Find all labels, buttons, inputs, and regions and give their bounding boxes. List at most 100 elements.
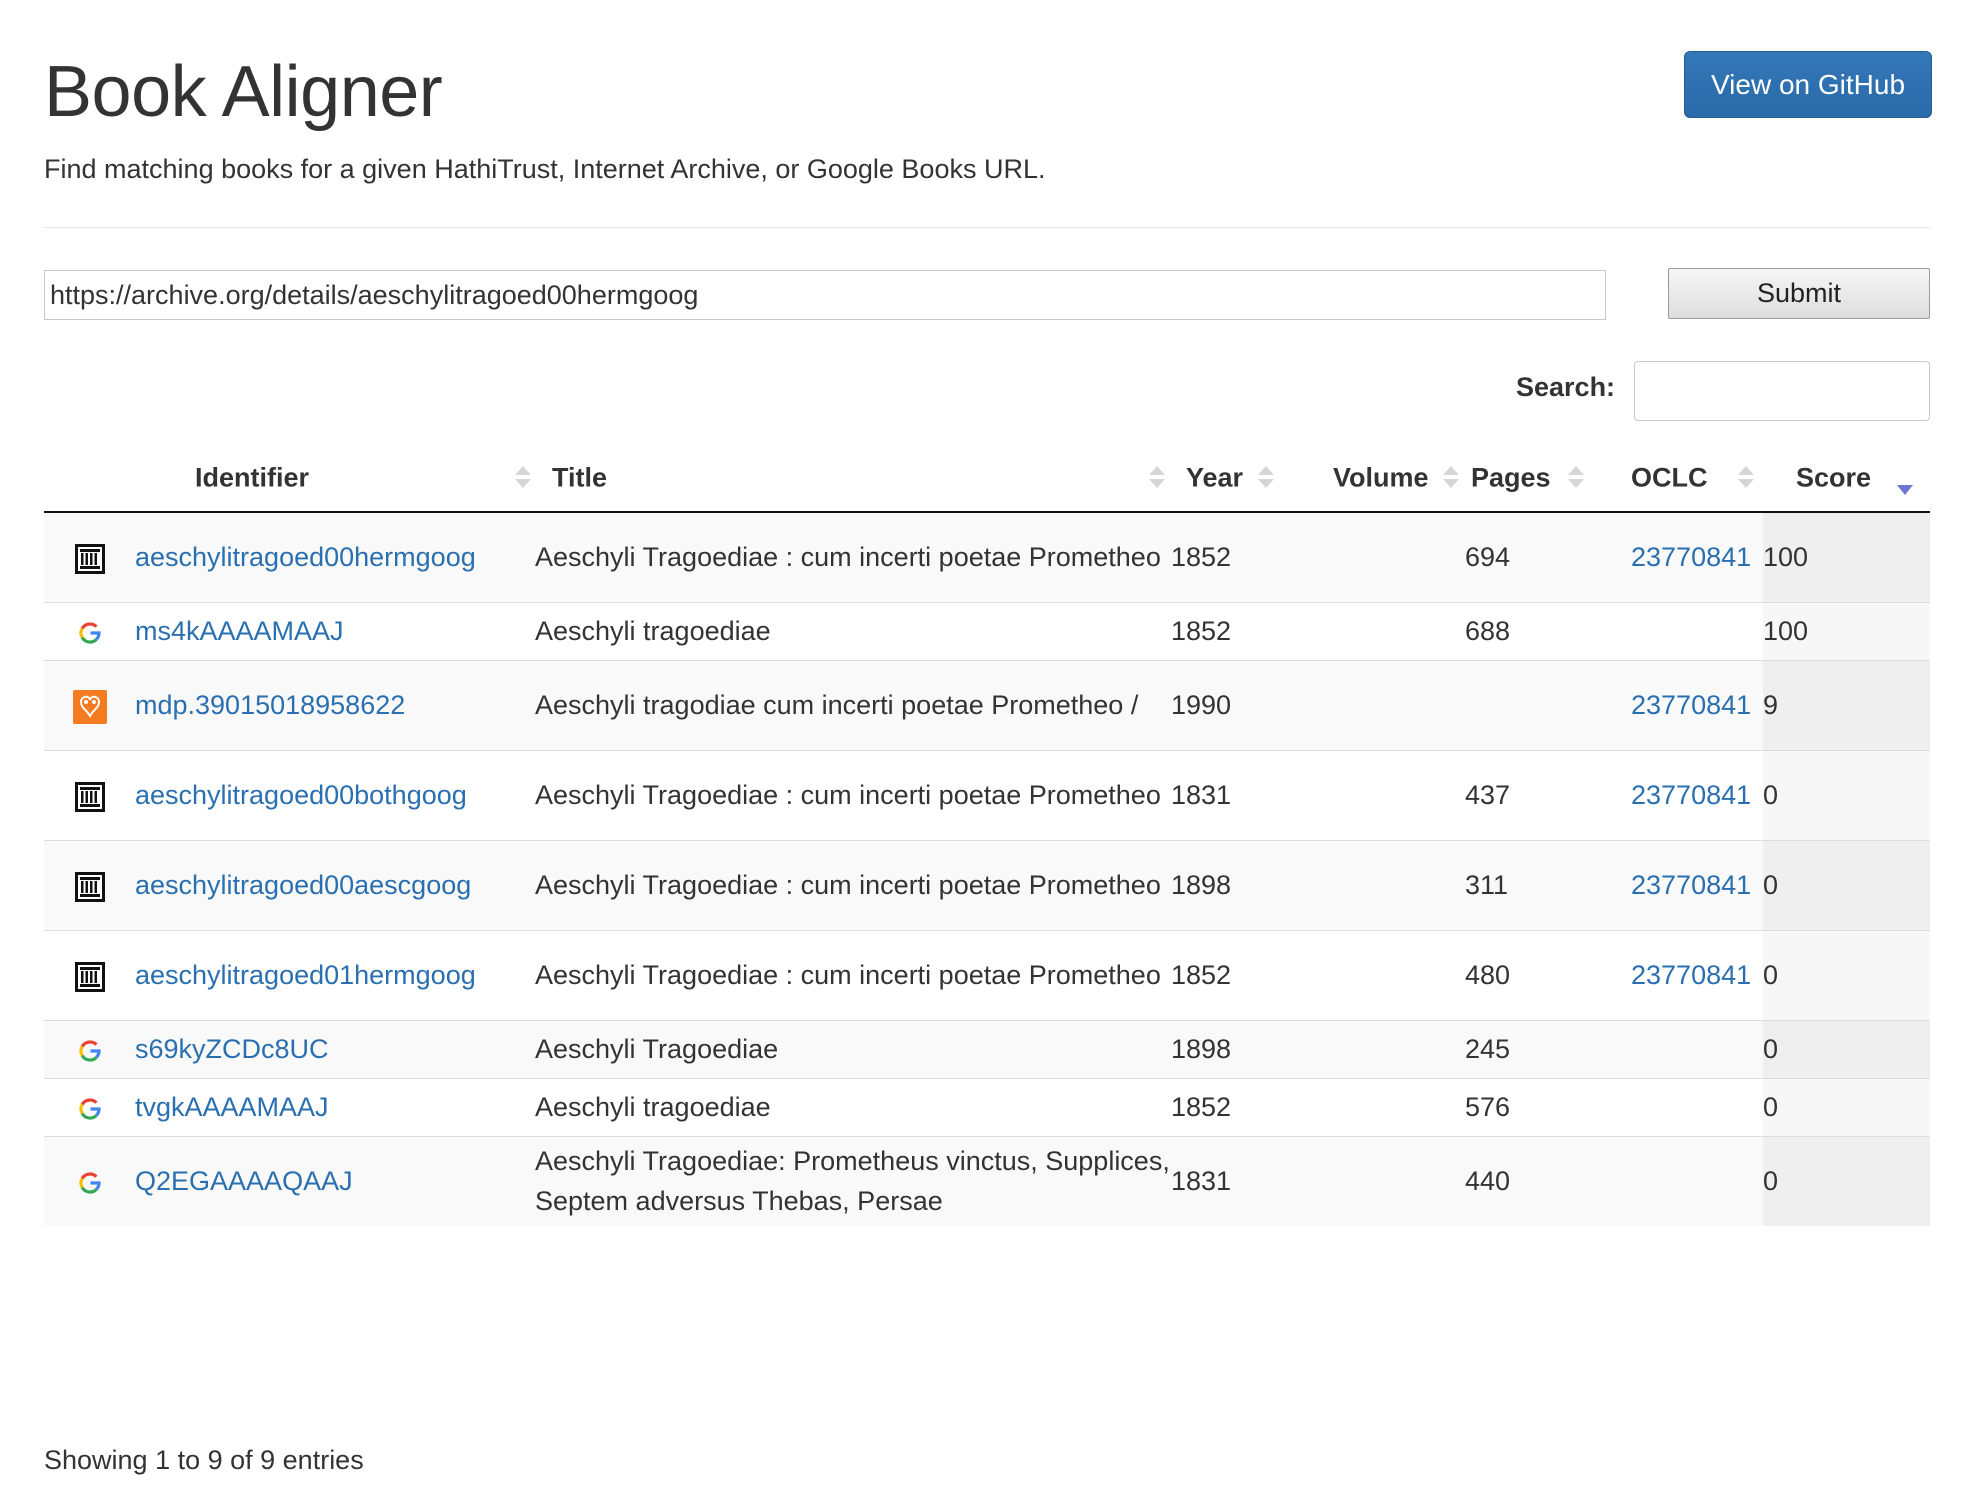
source-cell (44, 929, 135, 1020)
oclc-cell: 23770841 (1631, 839, 1763, 930)
table-info: Showing 1 to 9 of 9 entries (44, 1445, 364, 1475)
table-row: mdp.39015018958622 Aeschyli tragodiae cum… (44, 659, 1930, 750)
internet-archive-icon (74, 781, 105, 812)
identifier-link[interactable]: aeschylitragoed00bothgoog (135, 780, 467, 810)
table-row: aeschylitragoed00hermgoog Aeschyli Tragoe… (44, 512, 1930, 602)
source-cell (44, 839, 135, 930)
oclc-link[interactable]: 23770841 (1631, 690, 1751, 720)
google-icon (78, 1172, 101, 1194)
volume-cell (1318, 749, 1465, 840)
sort-both-icon (1738, 466, 1754, 490)
identifier-cell: aeschylitragoed00aescgoog (135, 839, 535, 930)
year-cell: 1831 (1171, 749, 1318, 840)
score-cell: 0 (1763, 1077, 1930, 1136)
internet-archive-icon (74, 544, 105, 575)
column-header-volume[interactable]: Volume (1318, 445, 1465, 513)
oclc-cell: 23770841 (1631, 659, 1763, 750)
volume-cell (1318, 601, 1465, 660)
year-cell: 1852 (1171, 512, 1318, 602)
url-input[interactable]: https://archive.org/details/aeschylitrag… (44, 270, 1606, 320)
identifier-cell: s69kyZCDc8UC (135, 1019, 535, 1078)
view-on-github-button[interactable]: View on GitHub (1684, 51, 1932, 118)
table-row: ms4kAAAAMAAJ Aeschyli tragoediae 1852 688 10… (44, 601, 1930, 660)
column-label-identifier: Identifier (195, 462, 310, 493)
column-header-year[interactable]: Year (1171, 445, 1318, 513)
identifier-cell: aeschylitragoed01hermgoog (135, 929, 535, 1020)
identifier-link[interactable]: Q2EGAAAAQAAJ (135, 1166, 353, 1196)
score-cell: 0 (1763, 839, 1930, 930)
identifier-cell: tvgkAAAAMAAJ (135, 1077, 535, 1136)
source-cell (44, 659, 135, 750)
identifier-link[interactable]: ms4kAAAAMAAJ (135, 616, 344, 646)
oclc-cell: 23770841 (1631, 929, 1763, 1020)
page-subtitle: Find matching books for a given HathiTru… (44, 154, 1046, 184)
identifier-link[interactable]: mdp.39015018958622 (135, 690, 405, 720)
pages-cell: 576 (1465, 1077, 1631, 1136)
year-cell: 1831 (1171, 1135, 1318, 1226)
pages-cell (1465, 659, 1631, 750)
title-cell: Aeschyli tragodiae cum incerti poetae Pr… (535, 659, 1171, 750)
volume-cell (1318, 929, 1465, 1020)
search-label: Search: (1516, 372, 1616, 402)
volume-cell (1318, 1077, 1465, 1136)
title-cell: Aeschyli tragoediae (535, 1077, 1171, 1136)
identifier-link[interactable]: tvgkAAAAMAAJ (135, 1092, 329, 1122)
column-header-oclc[interactable]: OCLC (1631, 445, 1763, 513)
volume-cell (1318, 512, 1465, 602)
pages-cell: 437 (1465, 749, 1631, 840)
identifier-cell: aeschylitragoed00bothgoog (135, 749, 535, 840)
score-cell: 100 (1763, 601, 1930, 660)
column-label-pages: Pages (1471, 462, 1551, 493)
column-header-pages[interactable]: Pages (1465, 445, 1631, 513)
year-cell: 1852 (1171, 929, 1318, 1020)
google-icon (78, 1040, 101, 1062)
table-row: aeschylitragoed00aescgoog Aeschyli Tragoe… (44, 839, 1930, 930)
score-cell: 0 (1763, 1019, 1930, 1078)
oclc-link[interactable]: 23770841 (1631, 542, 1751, 572)
source-cell (44, 1135, 135, 1226)
year-cell: 1898 (1171, 839, 1318, 930)
score-cell: 0 (1763, 1135, 1930, 1226)
column-header-source (44, 445, 135, 513)
source-cell (44, 512, 135, 602)
identifier-link[interactable]: aeschylitragoed00hermgoog (135, 542, 476, 572)
source-cell (44, 1077, 135, 1136)
identifier-link[interactable]: aeschylitragoed01hermgoog (135, 960, 476, 990)
column-header-title[interactable]: Title (535, 445, 1171, 513)
score-cell: 0 (1763, 749, 1930, 840)
title-cell: Aeschyli Tragoediae : cum incerti poetae… (535, 929, 1171, 1020)
sort-both-icon (1443, 466, 1459, 490)
identifier-cell: mdp.39015018958622 (135, 659, 535, 750)
identifier-link[interactable]: aeschylitragoed00aescgoog (135, 870, 471, 900)
year-cell: 1990 (1171, 659, 1318, 750)
internet-archive-icon (74, 961, 105, 992)
pages-cell: 688 (1465, 601, 1631, 660)
score-cell: 9 (1763, 659, 1930, 750)
table-row: aeschylitragoed00bothgoog Aeschyli Tragoe… (44, 749, 1930, 840)
volume-cell (1318, 839, 1465, 930)
internet-archive-icon (74, 871, 105, 902)
oclc-link[interactable]: 23770841 (1631, 870, 1751, 900)
oclc-cell (1631, 1019, 1763, 1078)
column-label-volume: Volume (1333, 462, 1429, 493)
column-label-year: Year (1186, 462, 1244, 493)
column-header-identifier[interactable]: Identifier (135, 445, 535, 513)
oclc-link[interactable]: 23770841 (1631, 960, 1751, 990)
sort-both-icon (1568, 466, 1584, 490)
score-cell: 0 (1763, 929, 1930, 1020)
oclc-cell (1631, 1135, 1763, 1226)
sort-both-icon (1149, 466, 1165, 490)
title-cell: Aeschyli Tragoediae: Prometheus vinctus,… (535, 1135, 1171, 1226)
volume-cell (1318, 1135, 1465, 1226)
sort-descending-icon (1897, 485, 1913, 495)
identifier-link[interactable]: s69kyZCDc8UC (135, 1034, 329, 1064)
submit-button[interactable]: Submit (1668, 268, 1930, 319)
pages-cell: 480 (1465, 929, 1631, 1020)
search-input[interactable] (1634, 361, 1930, 421)
column-header-score[interactable]: Score (1763, 445, 1930, 513)
pages-cell: 311 (1465, 839, 1631, 930)
results-table: Identifier Title Year Volume Pages OCLC … (44, 445, 1930, 1226)
google-icon (78, 622, 101, 644)
oclc-link[interactable]: 23770841 (1631, 780, 1751, 810)
score-cell: 100 (1763, 512, 1930, 602)
